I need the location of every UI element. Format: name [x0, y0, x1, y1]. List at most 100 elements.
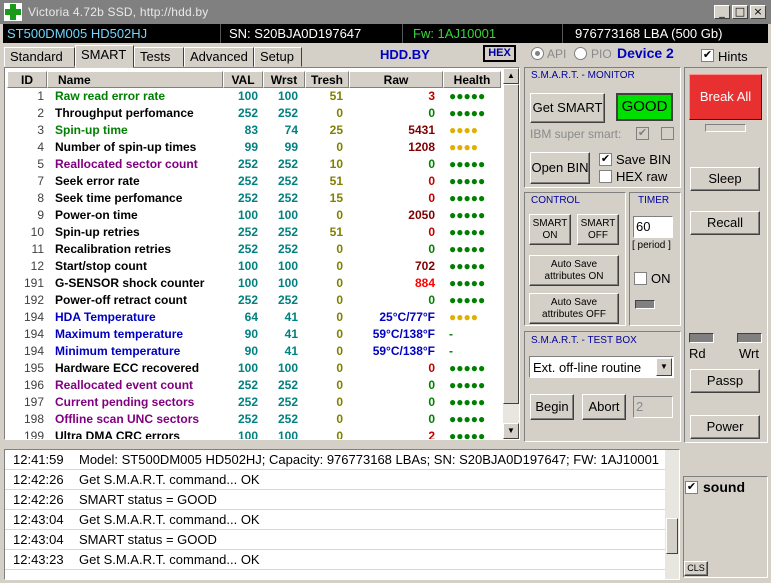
maximize-button[interactable]: □ — [732, 5, 748, 19]
test-mode-select[interactable]: Ext. off-line routine ▼ — [529, 356, 674, 378]
col-raw[interactable]: Raw — [349, 71, 443, 88]
table-row[interactable]: 195 Hardware ECC recovered 100 100 0 0 ●●●●● — [13, 360, 500, 377]
attr-tresh: 0 — [336, 208, 343, 222]
attr-id: 9 — [37, 208, 44, 222]
autosave-on-button[interactable]: Auto Save attributes ON — [529, 255, 619, 286]
break-all-button[interactable]: Break All — [689, 74, 762, 120]
tab-advanced[interactable]: Advanced — [184, 47, 254, 67]
attr-val: 83 — [244, 123, 258, 137]
scroll-down-arrow-icon[interactable]: ▼ — [503, 423, 519, 439]
table-row[interactable]: 5 Reallocated sector count 252 252 10 0 ●●●●● — [13, 156, 500, 173]
attr-id: 192 — [23, 293, 44, 307]
table-row[interactable]: 199 Ultra DMA CRC errors 100 100 0 2 ●●●●● — [13, 428, 500, 440]
scroll-thumb[interactable] — [503, 84, 519, 404]
log-scroll-thumb[interactable] — [666, 518, 678, 554]
autosave-off-button[interactable]: Auto Save attributes OFF — [529, 293, 619, 324]
table-row[interactable]: 192 Power-off retract count 252 252 0 0 ●●●●● — [13, 292, 500, 309]
col-name[interactable]: Name — [47, 71, 223, 88]
progress-indicator — [705, 124, 746, 132]
attr-health: ●●●● — [449, 123, 478, 137]
tab-setup[interactable]: Setup — [254, 47, 302, 67]
attr-wrst: 252 — [277, 157, 298, 171]
table-row[interactable]: 1 Raw read error rate 100 100 51 3 ●●●●● — [13, 88, 500, 105]
table-row[interactable]: 4 Number of spin-up times 99 99 0 1208 ●●●● — [13, 139, 500, 156]
passp-button[interactable]: Passp — [690, 369, 760, 393]
attr-tresh: 0 — [336, 242, 343, 256]
table-row[interactable]: 194 Minimum temperature 90 41 0 59°C/138°F - — [13, 343, 500, 360]
attr-tresh: 0 — [336, 378, 343, 392]
hex-raw-checkbox[interactable] — [599, 170, 612, 183]
tab-standard[interactable]: Standard — [4, 47, 75, 67]
table-row[interactable]: 9 Power-on time 100 100 0 2050 ●●●●● — [13, 207, 500, 224]
col-wrst[interactable]: Wrst — [263, 71, 305, 88]
attr-val: 90 — [244, 344, 258, 358]
cls-button[interactable]: CLS — [684, 561, 708, 576]
table-row[interactable]: 2 Throughput perfomance 252 252 0 0 ●●●●● — [13, 105, 500, 122]
attr-raw: 3 — [428, 89, 435, 103]
close-button[interactable]: × — [750, 5, 766, 19]
timer-input[interactable]: 60 — [633, 216, 673, 238]
attr-health: ●●●●● — [449, 293, 486, 307]
begin-button[interactable]: Begin — [530, 394, 574, 420]
attr-tresh: 0 — [336, 293, 343, 307]
attr-raw: 0 — [428, 225, 435, 239]
attr-id: 196 — [23, 378, 44, 392]
col-health[interactable]: Health — [443, 71, 501, 88]
power-button[interactable]: Power — [690, 415, 760, 439]
hints-label: Hints — [718, 49, 748, 64]
attr-val: 252 — [237, 157, 258, 171]
pio-radio[interactable] — [574, 47, 587, 60]
chevron-down-icon[interactable]: ▼ — [656, 358, 672, 376]
site-link[interactable]: HDD.BY — [380, 47, 430, 62]
attr-name: Ultra DMA CRC errors — [55, 429, 180, 440]
open-bin-button[interactable]: Open BIN — [530, 152, 590, 184]
hints-checkbox[interactable]: ✔ — [701, 49, 714, 62]
attr-val: 100 — [237, 429, 258, 440]
col-tresh[interactable]: Tresh — [305, 71, 349, 88]
abort-button[interactable]: Abort — [582, 394, 626, 420]
attr-wrst: 252 — [277, 293, 298, 307]
smart-on-button[interactable]: SMART ON — [529, 214, 571, 245]
attr-health: ●●●●● — [449, 157, 486, 171]
ibm-smart-checkbox-2[interactable] — [661, 127, 674, 140]
api-radio[interactable] — [531, 47, 544, 60]
tab-tests[interactable]: Tests — [134, 47, 184, 67]
test-number-input[interactable]: 2 — [633, 396, 673, 418]
test-mode-value: Ext. off-line routine — [533, 360, 642, 375]
scroll-up-arrow-icon[interactable]: ▲ — [503, 68, 519, 84]
title-bar[interactable]: Victoria 4.72b SSD, http://hdd.by _ □ × — [0, 0, 771, 24]
table-scrollbar[interactable]: ▲ ▼ — [503, 68, 519, 439]
table-row[interactable]: 191 G-SENSOR shock counter 100 100 0 884 ●●●●● — [13, 275, 500, 292]
table-row[interactable]: 197 Current pending sectors 252 252 0 0 ●●●●● — [13, 394, 500, 411]
table-row[interactable]: 10 Spin-up retries 252 252 51 0 ●●●●● — [13, 224, 500, 241]
get-smart-button[interactable]: Get SMART — [530, 93, 605, 123]
table-row[interactable]: 3 Spin-up time 83 74 25 5431 ●●●● — [13, 122, 500, 139]
log-scrollbar[interactable] — [665, 450, 679, 579]
table-row[interactable]: 12 Start/stop count 100 100 0 702 ●●●●● — [13, 258, 500, 275]
attr-tresh: 0 — [336, 344, 343, 358]
timer-on-checkbox[interactable] — [634, 272, 647, 285]
minimize-button[interactable]: _ — [714, 5, 730, 19]
table-row[interactable]: 7 Seek error rate 252 252 51 0 ●●●●● — [13, 173, 500, 190]
attr-health: ●●●●● — [449, 412, 486, 426]
smart-off-button[interactable]: SMART OFF — [577, 214, 619, 245]
tab-smart[interactable]: SMART — [75, 45, 134, 68]
table-row[interactable]: 198 Offline scan UNC sectors 252 252 0 0 ●●●●● — [13, 411, 500, 428]
table-row[interactable]: 8 Seek time perfomance 252 252 15 0 ●●●●● — [13, 190, 500, 207]
sound-checkbox[interactable]: ✔ — [685, 481, 698, 494]
attr-health: ●●●●● — [449, 174, 486, 188]
attr-val: 252 — [237, 191, 258, 205]
table-row[interactable]: 11 Recalibration retries 252 252 0 0 ●●●●● — [13, 241, 500, 258]
col-id[interactable]: ID — [7, 71, 47, 88]
table-row[interactable]: 196 Reallocated event count 252 252 0 0 ●●●●● — [13, 377, 500, 394]
table-row[interactable]: 194 HDA Temperature 64 41 0 25°C/77°F ●●●● — [13, 309, 500, 326]
ibm-smart-checkbox[interactable]: ✔ — [636, 127, 649, 140]
col-val[interactable]: VAL — [223, 71, 263, 88]
recall-button[interactable]: Recall — [690, 211, 760, 235]
attr-wrst: 252 — [277, 191, 298, 205]
attr-health: - — [449, 327, 453, 341]
hex-button[interactable]: HEX — [483, 45, 516, 62]
table-row[interactable]: 194 Maximum temperature 90 41 0 59°C/138°F - — [13, 326, 500, 343]
save-bin-checkbox[interactable]: ✔ — [599, 153, 612, 166]
sleep-button[interactable]: Sleep — [690, 167, 760, 191]
